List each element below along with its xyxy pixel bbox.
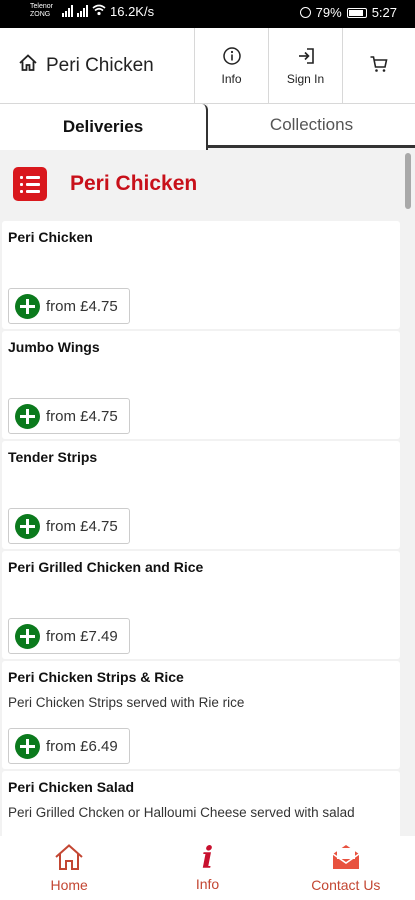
list-icon[interactable] bbox=[13, 167, 47, 201]
battery-icon bbox=[346, 7, 367, 18]
sign-in-icon bbox=[296, 46, 316, 69]
menu-item-description: Peri Chicken Strips served with Rie rice bbox=[8, 695, 245, 710]
mail-icon bbox=[330, 843, 362, 874]
app-header: Peri Chicken Info Sign In bbox=[0, 28, 415, 104]
carrier-label: Telenor ZONG bbox=[30, 3, 53, 18]
sign-in-label: Sign In bbox=[286, 71, 325, 86]
category-header: Peri Chicken bbox=[0, 150, 400, 218]
plus-circle-icon bbox=[15, 733, 40, 759]
nav-home[interactable]: Home bbox=[0, 836, 138, 900]
add-item-button[interactable]: from £4.75 bbox=[8, 288, 130, 324]
menu-item: Peri Chicken from £4.75 bbox=[2, 221, 400, 329]
menu-item-name: Jumbo Wings bbox=[8, 339, 100, 355]
nav-info-label: Info bbox=[195, 875, 220, 892]
nav-home-label: Home bbox=[50, 877, 88, 893]
menu-item: Peri Chicken Strips & Rice Peri Chicken … bbox=[2, 661, 400, 769]
info-button-label: Info bbox=[221, 71, 242, 86]
add-item-button[interactable]: from £4.75 bbox=[8, 398, 130, 434]
menu-item-price: from £4.75 bbox=[46, 297, 118, 315]
network-speed: 16.2K/s bbox=[110, 3, 155, 19]
signal-icon-2 bbox=[77, 5, 88, 17]
status-bar: Telenor ZONG 16.2K/s 79% 5:27 bbox=[0, 0, 415, 28]
menu-item-name: Peri Grilled Chicken and Rice bbox=[8, 559, 204, 575]
menu-item-price: from £4.75 bbox=[46, 407, 118, 425]
plus-circle-icon bbox=[15, 403, 40, 429]
menu-item: Tender Strips from £4.75 bbox=[2, 441, 400, 549]
wifi-icon bbox=[92, 4, 106, 19]
scrollbar-thumb[interactable] bbox=[405, 153, 411, 209]
menu-item-name: Peri Chicken Salad bbox=[8, 779, 135, 795]
tab-deliveries[interactable]: Deliveries bbox=[0, 104, 208, 150]
home-icon bbox=[18, 53, 38, 79]
plus-circle-icon bbox=[15, 623, 40, 649]
order-type-tabs: Deliveries Collections bbox=[0, 104, 415, 150]
nav-contact-label: Contact Us bbox=[311, 877, 381, 893]
scrollbar[interactable] bbox=[403, 150, 413, 836]
menu-item-name: Peri Chicken bbox=[8, 229, 93, 245]
cart-button[interactable] bbox=[343, 28, 415, 103]
add-item-button[interactable]: from £7.49 bbox=[8, 618, 130, 654]
info-circle-icon bbox=[222, 46, 242, 69]
plus-circle-icon bbox=[15, 513, 40, 539]
cart-icon bbox=[369, 54, 389, 77]
add-item-button[interactable]: from £4.75 bbox=[8, 508, 130, 544]
nav-contact[interactable]: Contact Us bbox=[277, 836, 415, 900]
alarm-icon bbox=[299, 7, 311, 18]
plus-circle-icon bbox=[15, 293, 40, 319]
nav-info[interactable]: i Info bbox=[138, 836, 276, 900]
menu-item-list: Peri Chicken from £4.75 Jumbo Wings from… bbox=[0, 221, 400, 836]
menu-item-name: Tender Strips bbox=[8, 449, 98, 465]
category-title: Peri Chicken bbox=[70, 172, 198, 195]
menu-item: Peri Grilled Chicken and Rice from £7.49 bbox=[2, 551, 400, 659]
signal-icon bbox=[62, 5, 73, 17]
info-button[interactable]: Info bbox=[195, 28, 269, 103]
info-icon: i bbox=[201, 840, 214, 876]
menu-item-price: from £7.49 bbox=[46, 627, 118, 645]
tab-collections[interactable]: Collections bbox=[208, 104, 415, 148]
clock: 5:27 bbox=[371, 5, 397, 20]
sign-in-button[interactable]: Sign In bbox=[269, 28, 343, 103]
menu-item-description: Peri Grilled Chcken or Halloumi Cheese s… bbox=[8, 805, 355, 820]
add-item-button[interactable]: from £6.49 bbox=[8, 728, 130, 764]
restaurant-title: Peri Chicken bbox=[46, 54, 154, 76]
menu-item-price: from £4.75 bbox=[46, 517, 118, 535]
home-icon bbox=[54, 843, 84, 874]
menu-item: Peri Chicken Salad Peri Grilled Chcken o… bbox=[2, 771, 400, 836]
menu-item: Jumbo Wings from £4.75 bbox=[2, 331, 400, 439]
restaurant-home-link[interactable]: Peri Chicken bbox=[0, 28, 195, 103]
battery-percent: 79% bbox=[315, 5, 342, 20]
menu-item-name: Peri Chicken Strips & Rice bbox=[8, 669, 184, 685]
menu-item-price: from £6.49 bbox=[46, 737, 118, 755]
bottom-nav: Home i Info Contact Us bbox=[0, 836, 415, 900]
